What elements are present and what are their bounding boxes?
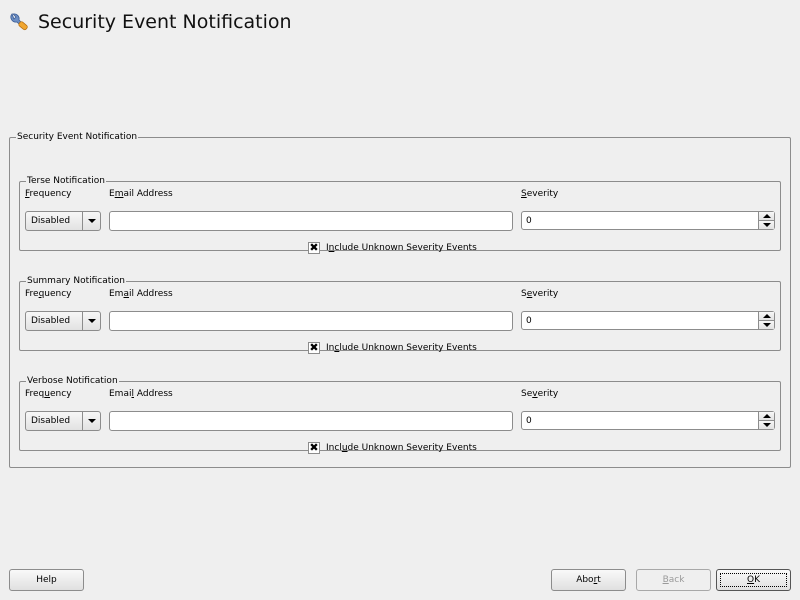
focus-ring	[720, 573, 787, 587]
severity-label: Severity	[521, 189, 559, 199]
include-unknown-checkbox-row[interactable]: ✖ Include Unknown Severity Events	[308, 242, 477, 254]
severity-input[interactable]	[522, 312, 758, 329]
back-label: Back	[662, 575, 685, 585]
severity-label: Severity	[521, 289, 559, 299]
include-unknown-checkbox-row[interactable]: ✖ Include Unknown Severity Events	[308, 442, 477, 454]
help-label: Help	[36, 575, 57, 585]
wrench-key-icon	[10, 13, 28, 31]
frequency-select[interactable]: Disabled	[25, 411, 101, 431]
chevron-down-icon	[87, 319, 96, 323]
abort-button[interactable]: Abort	[551, 569, 626, 591]
frequency-value: Disabled	[31, 316, 71, 326]
frequency-label: Frequency	[25, 289, 72, 299]
frame-legend: Security Event Notification	[17, 132, 138, 142]
include-unknown-checkbox-row[interactable]: ✖ Include Unknown Severity Events	[308, 342, 477, 354]
decrement-button[interactable]	[759, 421, 774, 429]
terse-notification-group: Terse Notification Frequency Email Addre…	[19, 176, 781, 254]
window-title: Security Event Notification	[38, 11, 292, 33]
window-title-bar: Security Event Notification	[8, 8, 292, 36]
severity-label: Severity	[521, 389, 559, 399]
checkbox-label: Include Unknown Severity Events	[326, 443, 477, 453]
arrow-up-icon	[762, 414, 771, 418]
include-unknown-checkbox[interactable]: ✖	[308, 242, 320, 254]
frequency-value: Disabled	[31, 216, 71, 226]
back-button[interactable]: Back	[636, 569, 711, 591]
email-input[interactable]	[109, 311, 513, 331]
email-input[interactable]	[109, 211, 513, 231]
help-button[interactable]: Help	[9, 569, 84, 591]
dropdown-button[interactable]	[82, 412, 100, 430]
email-input[interactable]	[109, 411, 513, 431]
email-label: Email Address	[109, 189, 173, 199]
abort-label: Abort	[576, 575, 601, 585]
email-label: Email Address	[109, 289, 173, 299]
group-legend: Terse Notification	[27, 176, 105, 186]
frequency-label: Frequency	[25, 389, 72, 399]
checkbox-label: Include Unknown Severity Events	[326, 243, 477, 253]
arrow-up-icon	[762, 214, 771, 218]
increment-button[interactable]	[759, 212, 774, 221]
arrow-up-icon	[762, 314, 771, 318]
group-legend: Verbose Notification	[27, 376, 118, 386]
include-unknown-checkbox[interactable]: ✖	[308, 442, 320, 454]
frequency-select[interactable]: Disabled	[25, 211, 101, 231]
verbose-notification-group: Verbose Notification Frequency Email Add…	[19, 376, 781, 454]
chevron-down-icon	[87, 219, 96, 223]
severity-spinbox[interactable]	[521, 311, 775, 330]
arrow-down-icon	[762, 323, 771, 327]
summary-notification-group: Summary Notification Frequency Email Add…	[19, 276, 781, 354]
severity-spinbox[interactable]	[521, 211, 775, 230]
email-label: Email Address	[109, 389, 173, 399]
arrow-down-icon	[762, 223, 771, 227]
group-legend: Summary Notification	[27, 276, 125, 286]
severity-input[interactable]	[522, 212, 758, 229]
include-unknown-checkbox[interactable]: ✖	[308, 342, 320, 354]
chevron-down-icon	[87, 419, 96, 423]
dropdown-button[interactable]	[82, 312, 100, 330]
frequency-select[interactable]: Disabled	[25, 311, 101, 331]
dropdown-button[interactable]	[82, 212, 100, 230]
increment-button[interactable]	[759, 412, 774, 421]
increment-button[interactable]	[759, 312, 774, 321]
ok-button[interactable]: OK	[716, 569, 791, 591]
decrement-button[interactable]	[759, 221, 774, 229]
severity-input[interactable]	[522, 412, 758, 429]
checkbox-label: Include Unknown Severity Events	[326, 343, 477, 353]
frequency-label: Frequency	[25, 189, 72, 199]
security-event-notification-frame: Security Event Notification Terse Notifi…	[9, 132, 791, 468]
arrow-down-icon	[762, 423, 771, 427]
frequency-value: Disabled	[31, 416, 71, 426]
decrement-button[interactable]	[759, 321, 774, 329]
severity-spinbox[interactable]	[521, 411, 775, 430]
